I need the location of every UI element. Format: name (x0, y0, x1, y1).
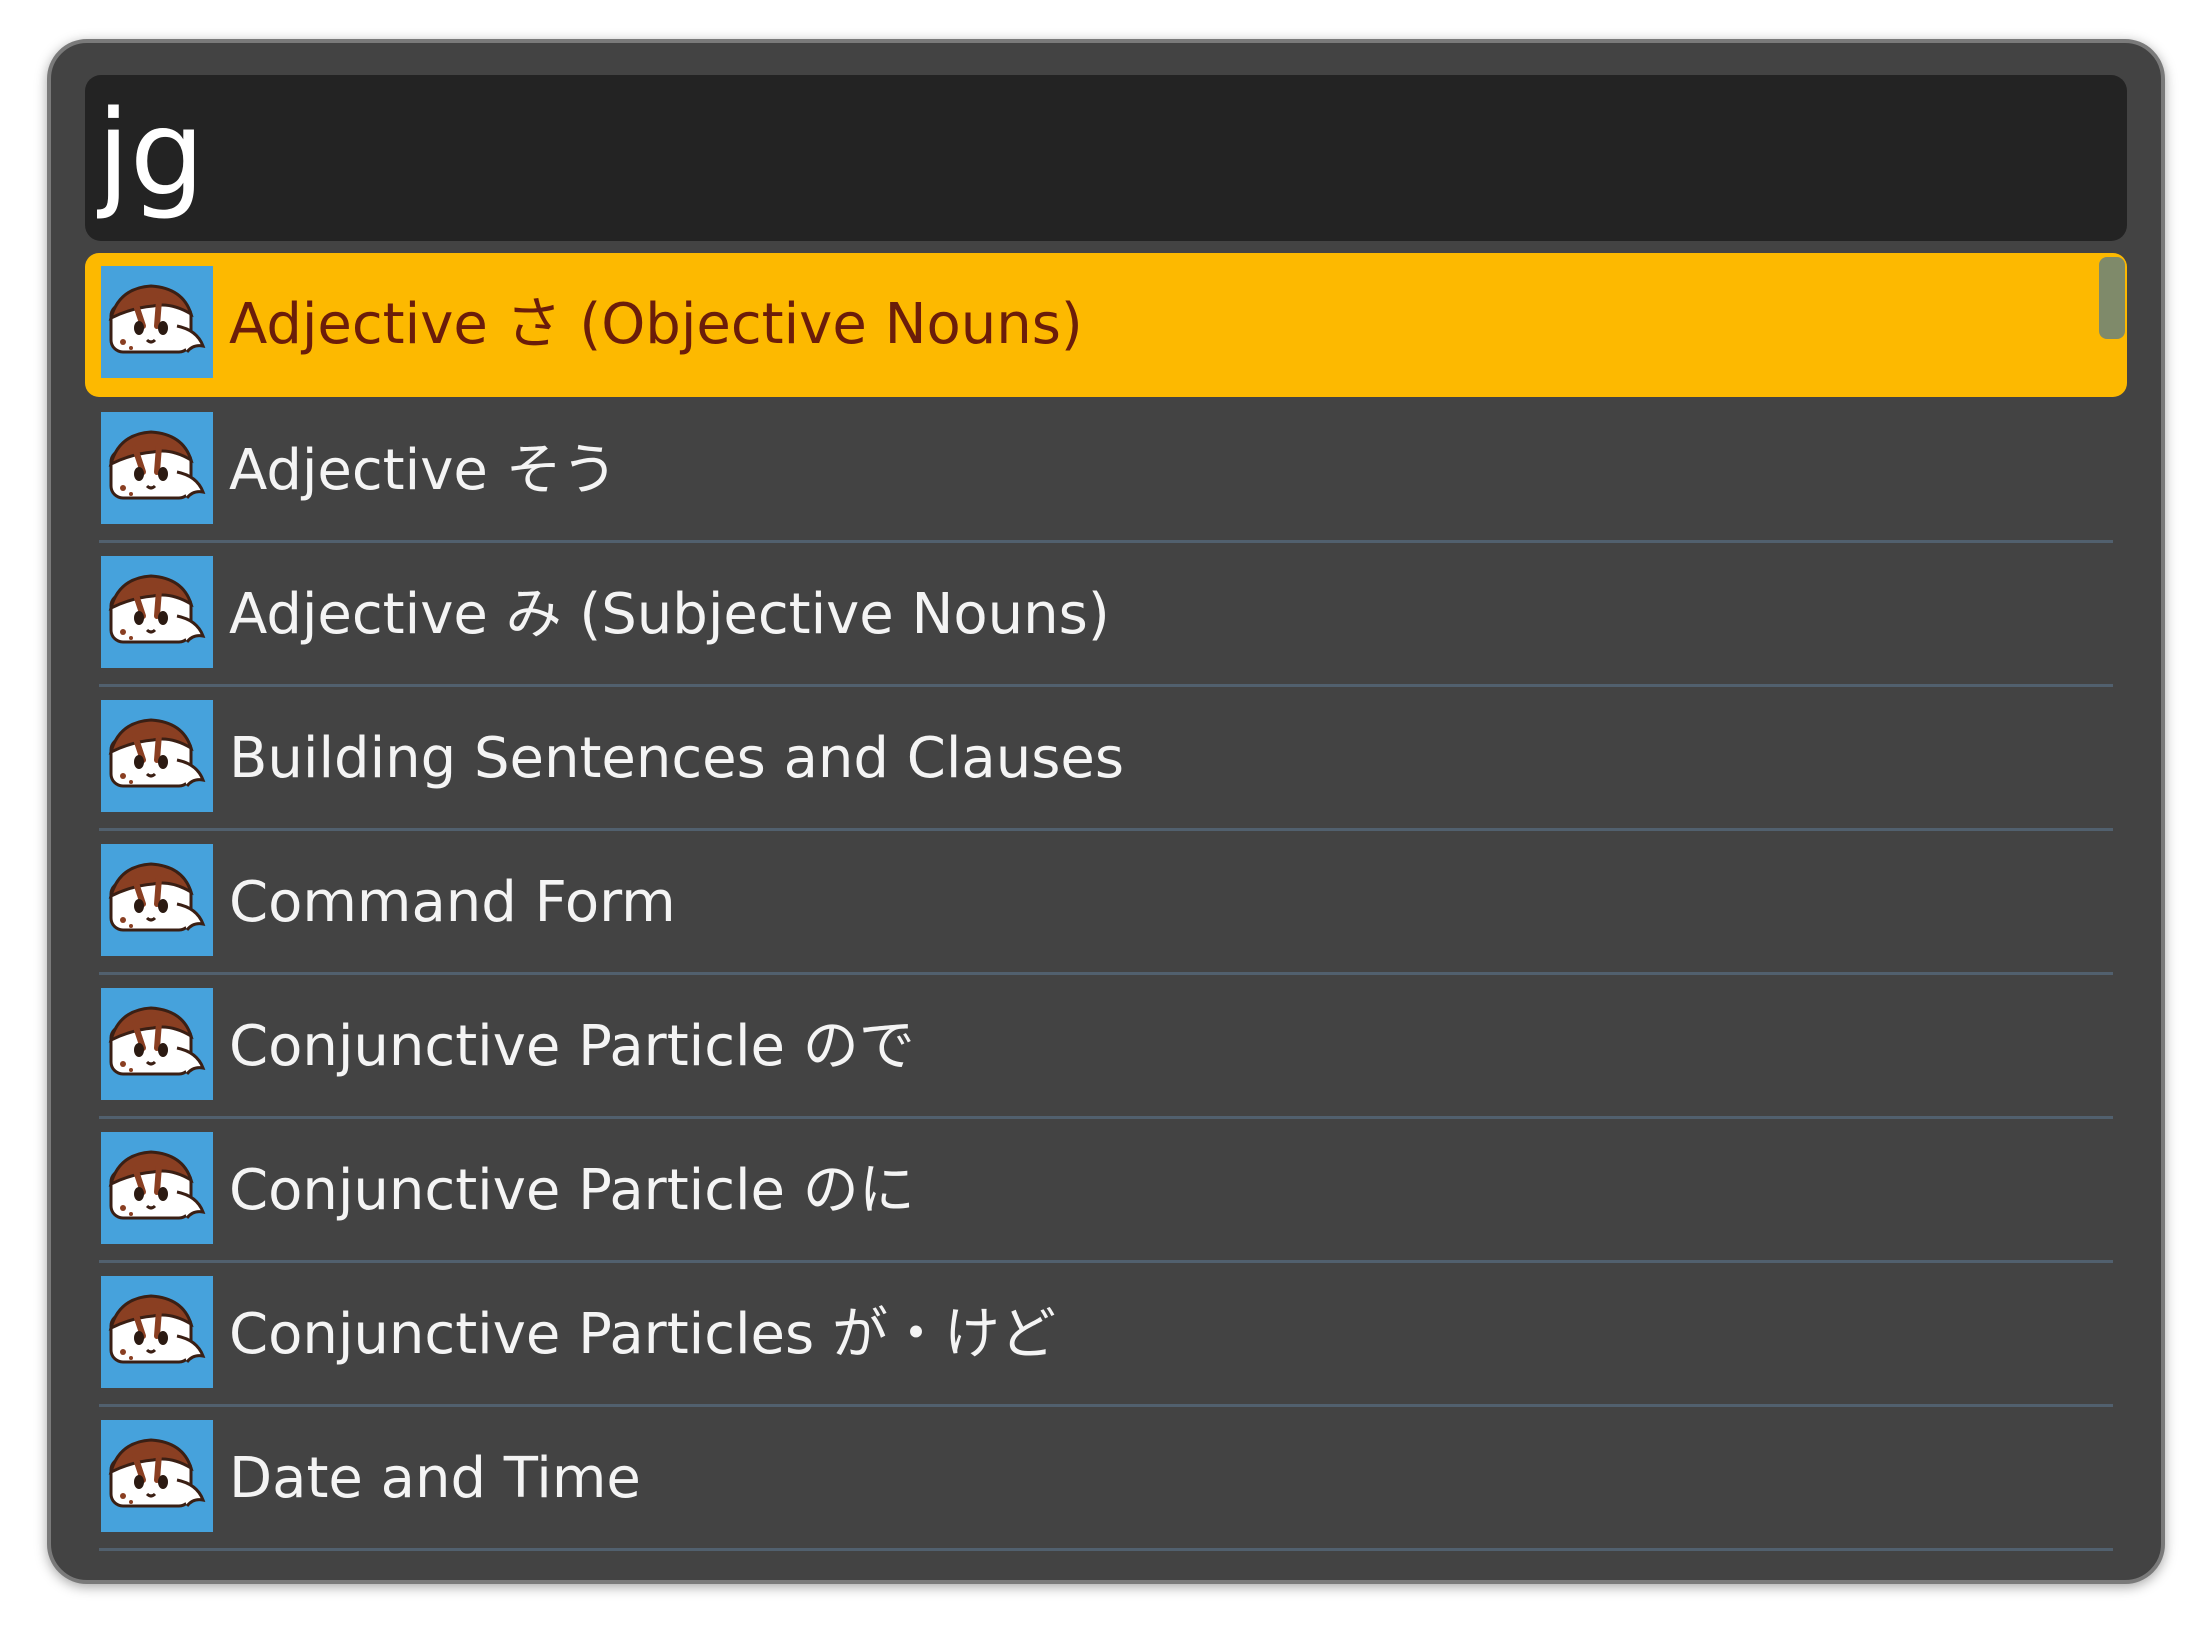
result-label: Adjective そう (229, 438, 618, 503)
divider (99, 1548, 2113, 1551)
scrollbar-thumb[interactable] (2099, 257, 2125, 339)
result-label: Adjective さ (Objective Nouns) (229, 292, 1083, 357)
result-label: Command Form (229, 870, 676, 935)
result-item[interactable]: Building Sentences and Clauses (85, 687, 2127, 831)
result-label: Building Sentences and Clauses (229, 726, 1125, 791)
result-label: Adjective み (Subjective Nouns) (229, 582, 1110, 647)
result-label: Conjunctive Particle ので (229, 1014, 915, 1079)
jisho-mascot-icon (101, 1276, 213, 1388)
result-item[interactable]: Adjective み (Subjective Nouns) (85, 543, 2127, 687)
jisho-mascot-icon (101, 266, 213, 378)
result-item[interactable]: Adjective さ (Objective Nouns) (85, 253, 2127, 397)
results-list: Adjective さ (Objective Nouns) Adjective … (85, 253, 2127, 1553)
result-item[interactable]: Conjunctive Particles が・けど (85, 1263, 2127, 1407)
jisho-mascot-icon (101, 844, 213, 956)
result-item[interactable]: Command Form (85, 831, 2127, 975)
search-bar (85, 75, 2127, 241)
jisho-mascot-icon (101, 556, 213, 668)
jisho-mascot-icon (101, 700, 213, 812)
jisho-mascot-icon (101, 1132, 213, 1244)
launcher-window: Adjective さ (Objective Nouns) Adjective … (47, 39, 2165, 1584)
result-item[interactable]: Conjunctive Particle ので (85, 975, 2127, 1119)
result-label: Conjunctive Particle のに (229, 1158, 915, 1223)
jisho-mascot-icon (101, 988, 213, 1100)
result-item[interactable]: Conjunctive Particle のに (85, 1119, 2127, 1263)
jisho-mascot-icon (101, 1420, 213, 1532)
result-item[interactable]: Adjective そう (85, 399, 2127, 543)
search-input[interactable] (97, 75, 2097, 241)
jisho-mascot-icon (101, 412, 213, 524)
result-label: Date and Time (229, 1446, 641, 1511)
result-item[interactable]: Date and Time (85, 1407, 2127, 1551)
result-label: Conjunctive Particles が・けど (229, 1302, 1056, 1367)
